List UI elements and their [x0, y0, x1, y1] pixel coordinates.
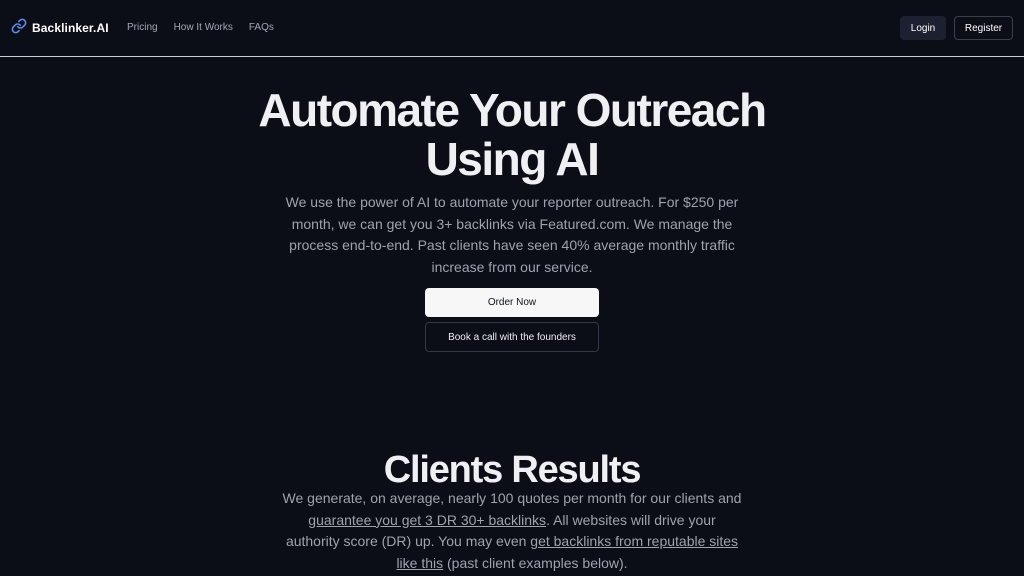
nav-link-faqs[interactable]: FAQs: [249, 21, 274, 35]
nav-link-how-it-works[interactable]: How It Works: [174, 21, 233, 35]
results-title: Clients Results: [383, 449, 642, 491]
order-now-button[interactable]: Order Now: [425, 288, 599, 317]
login-button[interactable]: Login: [900, 16, 946, 40]
results-description: We generate, on average, nearly 100 quot…: [282, 488, 742, 574]
nav-link-pricing[interactable]: Pricing: [127, 21, 158, 35]
register-button[interactable]: Register: [954, 16, 1013, 40]
hero-title-line-1: Automate Your Outreach: [258, 84, 767, 136]
guarantee-backlinks-link[interactable]: guarantee you get 3 DR 30+ backlinks: [308, 512, 546, 528]
brand-name: Backlinker.AI: [32, 21, 109, 35]
book-call-button[interactable]: Book a call with the founders: [425, 322, 599, 352]
hero-title: Automate Your Outreach Using AI: [0, 86, 1024, 184]
hero-title-line-2: Using AI: [425, 133, 600, 185]
main-nav: Pricing How It Works FAQs: [127, 21, 290, 35]
brand-logo[interactable]: Backlinker.AI: [11, 18, 109, 39]
results-text-3: (past client examples below).: [443, 554, 628, 571]
results-text-1: We generate, on average, nearly 100 quot…: [282, 490, 742, 506]
hero-description: We use the power of AI to automate your …: [285, 194, 739, 275]
top-navbar: Backlinker.AI Pricing How It Works FAQs …: [0, 0, 1024, 57]
link-icon: [11, 18, 27, 39]
